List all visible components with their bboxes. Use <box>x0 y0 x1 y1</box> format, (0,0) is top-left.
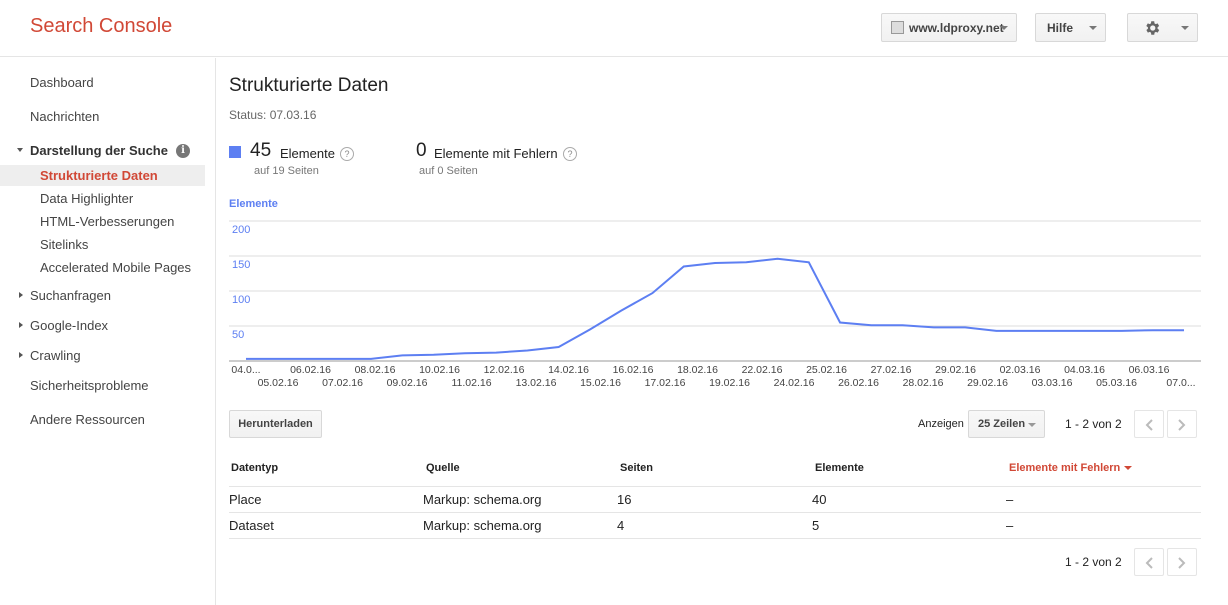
x-tick-label: 29.02.16 <box>935 364 976 376</box>
divider <box>229 512 1201 513</box>
rows-value: 25 Zeilen <box>978 418 1026 430</box>
y-tick-label: 100 <box>232 294 250 306</box>
col-header-pages[interactable]: Seiten <box>620 462 653 474</box>
x-tick-label: 03.03.16 <box>1032 377 1073 389</box>
x-tick-label: 29.02.16 <box>967 377 1008 389</box>
sidebar-item-other-resources[interactable]: Andere Ressourcen <box>30 412 145 427</box>
x-tick-label: 22.02.16 <box>742 364 783 376</box>
x-tick-label: 04.0... <box>231 364 260 376</box>
col-header-source[interactable]: Quelle <box>426 462 460 474</box>
y-tick-label: 200 <box>232 224 250 236</box>
x-tick-label: 26.02.16 <box>838 377 879 389</box>
x-tick-label: 07.0... <box>1166 377 1195 389</box>
y-tick-label: 150 <box>232 259 250 271</box>
cell-errors: – <box>1006 492 1014 507</box>
x-tick-label: 05.02.16 <box>258 377 299 389</box>
line-chart: 50 100 150 200 04.0... 06.02.16 08.02.16 10.02.… <box>229 220 1201 389</box>
x-tick-label: 15.02.16 <box>580 377 621 389</box>
x-tick-label: 09.02.16 <box>387 377 428 389</box>
col-header-type[interactable]: Datentyp <box>231 462 278 474</box>
col-header-errors-label: Elemente mit Fehlern <box>1009 462 1121 474</box>
chevron-left-icon <box>1145 557 1153 569</box>
rows-per-page-select[interactable]: 25 Zeilen <box>968 410 1045 438</box>
x-tick-label: 04.03.16 <box>1064 364 1105 376</box>
x-tick-label: 24.02.16 <box>774 377 815 389</box>
show-rows-label: Anzeigen <box>918 418 964 430</box>
sort-desc-icon <box>1124 466 1133 471</box>
x-tick-label: 25.02.16 <box>806 364 847 376</box>
x-tick-label: 18.02.16 <box>677 364 718 376</box>
x-tick-label: 16.02.16 <box>613 364 654 376</box>
cell-pages: 16 <box>617 492 632 507</box>
x-tick-label: 05.03.16 <box>1096 377 1137 389</box>
cell-errors: – <box>1006 518 1014 533</box>
y-tick-label: 50 <box>232 329 244 341</box>
divider <box>229 538 1201 539</box>
x-tick-label: 08.02.16 <box>355 364 396 376</box>
cell-type: Dataset <box>229 518 274 533</box>
chevron-down-icon <box>1028 423 1036 427</box>
next-page-button[interactable] <box>1167 410 1197 438</box>
cell-type: Place <box>229 492 262 507</box>
pagination-info-bottom: 1 - 2 von 2 <box>1065 555 1122 569</box>
col-header-items[interactable]: Elemente <box>815 462 864 474</box>
x-tick-label: 06.03.16 <box>1129 364 1170 376</box>
x-tick-label: 28.02.16 <box>903 377 944 389</box>
cell-items: 40 <box>812 492 827 507</box>
cell-source: Markup: schema.org <box>423 518 542 533</box>
col-header-errors[interactable]: Elemente mit Fehlern <box>1009 462 1133 474</box>
x-tick-label: 13.02.16 <box>516 377 557 389</box>
x-tick-label: 07.02.16 <box>322 377 363 389</box>
chevron-left-icon <box>1145 419 1153 431</box>
pagination-info: 1 - 2 von 2 <box>1065 417 1122 431</box>
chevron-right-icon <box>1178 419 1186 431</box>
x-tick-label: 19.02.16 <box>709 377 750 389</box>
x-tick-label: 17.02.16 <box>645 377 686 389</box>
x-tick-label: 06.02.16 <box>290 364 331 376</box>
x-tick-label: 12.02.16 <box>484 364 525 376</box>
x-tick-label: 11.02.16 <box>451 377 491 389</box>
x-tick-label: 14.02.16 <box>548 364 589 376</box>
series-line <box>246 257 1184 360</box>
divider <box>229 486 1201 487</box>
x-tick-label: 27.02.16 <box>871 364 912 376</box>
prev-page-button[interactable] <box>1134 410 1164 438</box>
chevron-right-icon <box>1178 557 1186 569</box>
cell-source: Markup: schema.org <box>423 492 542 507</box>
download-button[interactable]: Herunterladen <box>229 410 322 438</box>
x-tick-label: 02.03.16 <box>1000 364 1041 376</box>
cell-pages: 4 <box>617 518 625 533</box>
cell-items: 5 <box>812 518 820 533</box>
next-page-button[interactable] <box>1167 548 1197 576</box>
prev-page-button[interactable] <box>1134 548 1164 576</box>
x-tick-label: 10.02.16 <box>419 364 460 376</box>
